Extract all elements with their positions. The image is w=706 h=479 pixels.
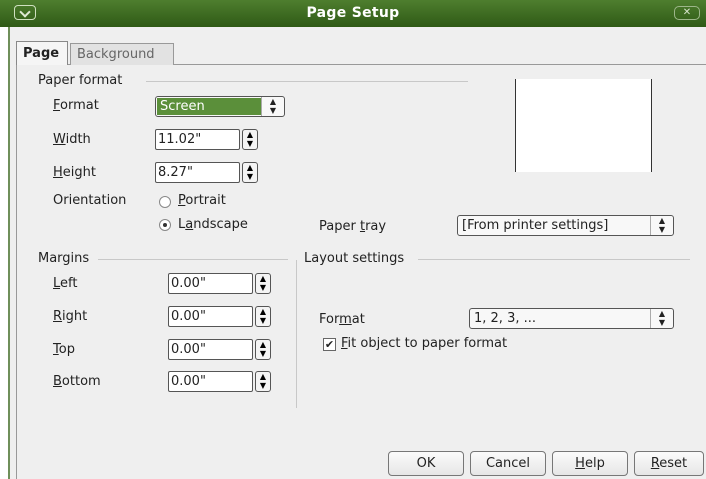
format-label: Format	[53, 98, 99, 113]
orientation-label: Orientation	[53, 193, 127, 208]
fit-object-label[interactable]: Fit object to paper format	[341, 336, 507, 352]
margins-heading: Margins	[38, 251, 90, 266]
margin-right-input[interactable]: 0.00"	[168, 306, 253, 327]
margin-left-input[interactable]: 0.00"	[168, 273, 253, 294]
margin-left-stepper[interactable]: ▲ ▼	[255, 273, 271, 294]
chevron-updown-icon: ▲ ▼	[650, 216, 673, 235]
fit-object-checkbox[interactable]: ✔	[323, 338, 336, 351]
height-stepper[interactable]: ▲ ▼	[242, 162, 258, 183]
help-button[interactable]: Help	[552, 451, 628, 476]
margin-right-label: Right	[53, 309, 88, 324]
tab-background-label: Background	[77, 47, 155, 62]
tab-background[interactable]: Background	[70, 43, 174, 65]
paper-format-select[interactable]: Screen ▲ ▼	[155, 96, 285, 117]
paper-format-divider	[146, 81, 468, 82]
window-title: Page Setup	[306, 5, 400, 21]
paper-tray-select[interactable]: [From printer settings] ▲ ▼	[457, 215, 674, 236]
cancel-button[interactable]: Cancel	[470, 451, 546, 476]
margin-right-stepper[interactable]: ▲ ▼	[255, 306, 271, 327]
close-icon[interactable]: ✕	[674, 6, 700, 20]
margin-top-stepper[interactable]: ▲ ▼	[255, 339, 271, 360]
numbering-format-select[interactable]: 1, 2, 3, ... ▲ ▼	[469, 308, 674, 329]
page-preview	[515, 79, 652, 172]
landscape-label[interactable]: Landscape	[178, 217, 248, 233]
margin-top-input[interactable]: 0.00"	[168, 339, 253, 360]
width-label: Width	[53, 132, 91, 147]
chevron-updown-icon: ▲ ▼	[650, 309, 673, 328]
layout-settings-heading: Layout settings	[304, 251, 405, 266]
margin-top-label: Top	[53, 342, 75, 357]
reset-button[interactable]: Reset	[634, 451, 704, 476]
layout-settings-divider	[418, 259, 690, 260]
width-stepper[interactable]: ▲ ▼	[242, 129, 258, 150]
numbering-format-value: 1, 2, 3, ...	[474, 311, 537, 326]
paper-format-heading: Paper format	[38, 73, 123, 88]
margin-bottom-stepper[interactable]: ▲ ▼	[255, 371, 271, 392]
paper-tray-value: [From printer settings]	[462, 218, 609, 233]
margin-bottom-label: Bottom	[53, 374, 101, 389]
tab-page-label: Page	[23, 46, 60, 61]
margin-left-label: Left	[53, 276, 78, 291]
tab-page[interactable]: Page	[16, 41, 68, 65]
paper-tray-label: Paper tray	[319, 219, 387, 234]
height-input[interactable]: 8.27"	[155, 162, 240, 183]
margins-divider	[98, 259, 288, 260]
ok-button[interactable]: OK	[388, 451, 464, 476]
height-label: Height	[53, 165, 96, 180]
width-input[interactable]: 11.02"	[155, 129, 240, 150]
portrait-radio[interactable]	[159, 196, 171, 208]
chevron-updown-icon: ▲ ▼	[261, 97, 284, 116]
portrait-label[interactable]: Portrait	[178, 193, 226, 209]
landscape-radio[interactable]	[159, 219, 171, 231]
paper-format-value: Screen	[157, 98, 261, 115]
margin-bottom-input[interactable]: 0.00"	[168, 371, 253, 392]
section-separator	[296, 260, 297, 408]
layout-format-label: Format	[319, 312, 365, 327]
